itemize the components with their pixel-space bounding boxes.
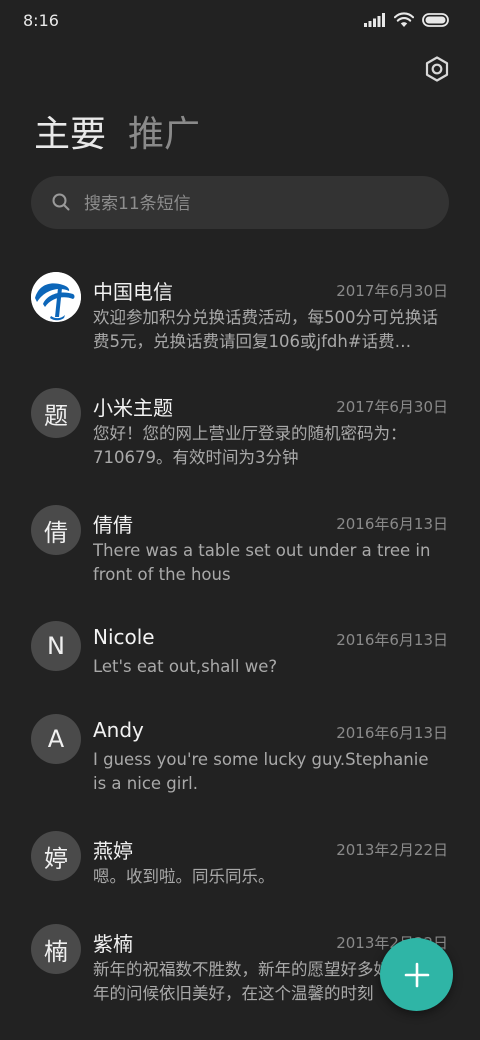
status-time: 8:16 bbox=[23, 11, 59, 30]
sender-name: Nicole bbox=[93, 625, 155, 649]
avatar: A bbox=[31, 714, 81, 764]
compose-button[interactable] bbox=[380, 938, 453, 1011]
message-preview: Let's eat out,shall we? bbox=[93, 657, 278, 676]
status-icons bbox=[364, 12, 450, 28]
sender-name: Andy bbox=[93, 718, 144, 742]
message-preview: 嗯。收到啦。同乐同乐。 bbox=[93, 867, 275, 886]
message-date: 2017年6月30日 bbox=[336, 398, 448, 416]
signal-icon bbox=[364, 13, 385, 27]
sender-name: 紫楠 bbox=[93, 932, 133, 956]
message-preview: 您好！您的网上营业厅登录的随机密码为：710679。有效时间为3分钟 bbox=[93, 424, 407, 467]
search-icon bbox=[52, 193, 70, 211]
message-date: 2017年6月30日 bbox=[336, 282, 448, 300]
message-item[interactable]: 中国电信 2017年6月30日 欢迎参加积分兑换话费活动，每500分可兑换话费5… bbox=[0, 262, 480, 378]
message-item[interactable]: N Nicole 2016年6月13日 Let's eat out,shall … bbox=[0, 611, 480, 704]
message-item[interactable]: 倩 倩倩 2016年6月13日 There was a table set ou… bbox=[0, 495, 480, 611]
status-bar: 8:16 bbox=[0, 0, 480, 42]
avatar: 婷 bbox=[31, 831, 81, 881]
avatar bbox=[31, 272, 81, 322]
tab-primary[interactable]: 主要 bbox=[34, 112, 106, 158]
message-date: 2013年2月22日 bbox=[336, 841, 448, 859]
message-preview: 欢迎参加积分兑换话费活动，每500分可兑换话费5元，兑换话费请回复106或jfd… bbox=[93, 308, 438, 351]
message-item[interactable]: 题 小米主题 2017年6月30日 您好！您的网上营业厅登录的随机密码为：710… bbox=[0, 378, 480, 495]
avatar: 题 bbox=[31, 388, 81, 438]
avatar: N bbox=[31, 621, 81, 671]
sender-name: 小米主题 bbox=[93, 396, 173, 420]
wifi-icon bbox=[394, 12, 414, 27]
search-bar[interactable] bbox=[31, 176, 449, 231]
settings-icon bbox=[425, 56, 449, 82]
message-preview: I guess you're some lucky guy.Stephanie … bbox=[93, 750, 429, 793]
tab-bar: 主要 推广 bbox=[34, 112, 200, 158]
avatar: 倩 bbox=[31, 505, 81, 555]
plus-icon bbox=[404, 962, 429, 987]
message-date: 2016年6月13日 bbox=[336, 515, 448, 533]
battery-icon bbox=[422, 13, 449, 27]
sender-name: 燕婷 bbox=[93, 839, 133, 863]
message-date: 2016年6月13日 bbox=[336, 724, 448, 742]
tab-promotions[interactable]: 推广 bbox=[128, 112, 200, 158]
settings-button[interactable] bbox=[422, 54, 452, 84]
message-item[interactable]: 婷 燕婷 2013年2月22日 嗯。收到啦。同乐同乐。 bbox=[0, 821, 480, 914]
message-item[interactable]: A Andy 2016年6月13日 I guess you're some lu… bbox=[0, 704, 480, 821]
message-list: 中国电信 2017年6月30日 欢迎参加积分兑换话费活动，每500分可兑换话费5… bbox=[0, 262, 480, 1014]
sender-name: 倩倩 bbox=[93, 513, 133, 537]
sender-name: 中国电信 bbox=[93, 280, 173, 304]
search-input[interactable] bbox=[82, 176, 426, 231]
china-telecom-logo-icon bbox=[31, 272, 81, 322]
message-preview: There was a table set out under a tree i… bbox=[93, 541, 431, 584]
avatar: 楠 bbox=[31, 924, 81, 974]
message-date: 2016年6月13日 bbox=[336, 631, 448, 649]
